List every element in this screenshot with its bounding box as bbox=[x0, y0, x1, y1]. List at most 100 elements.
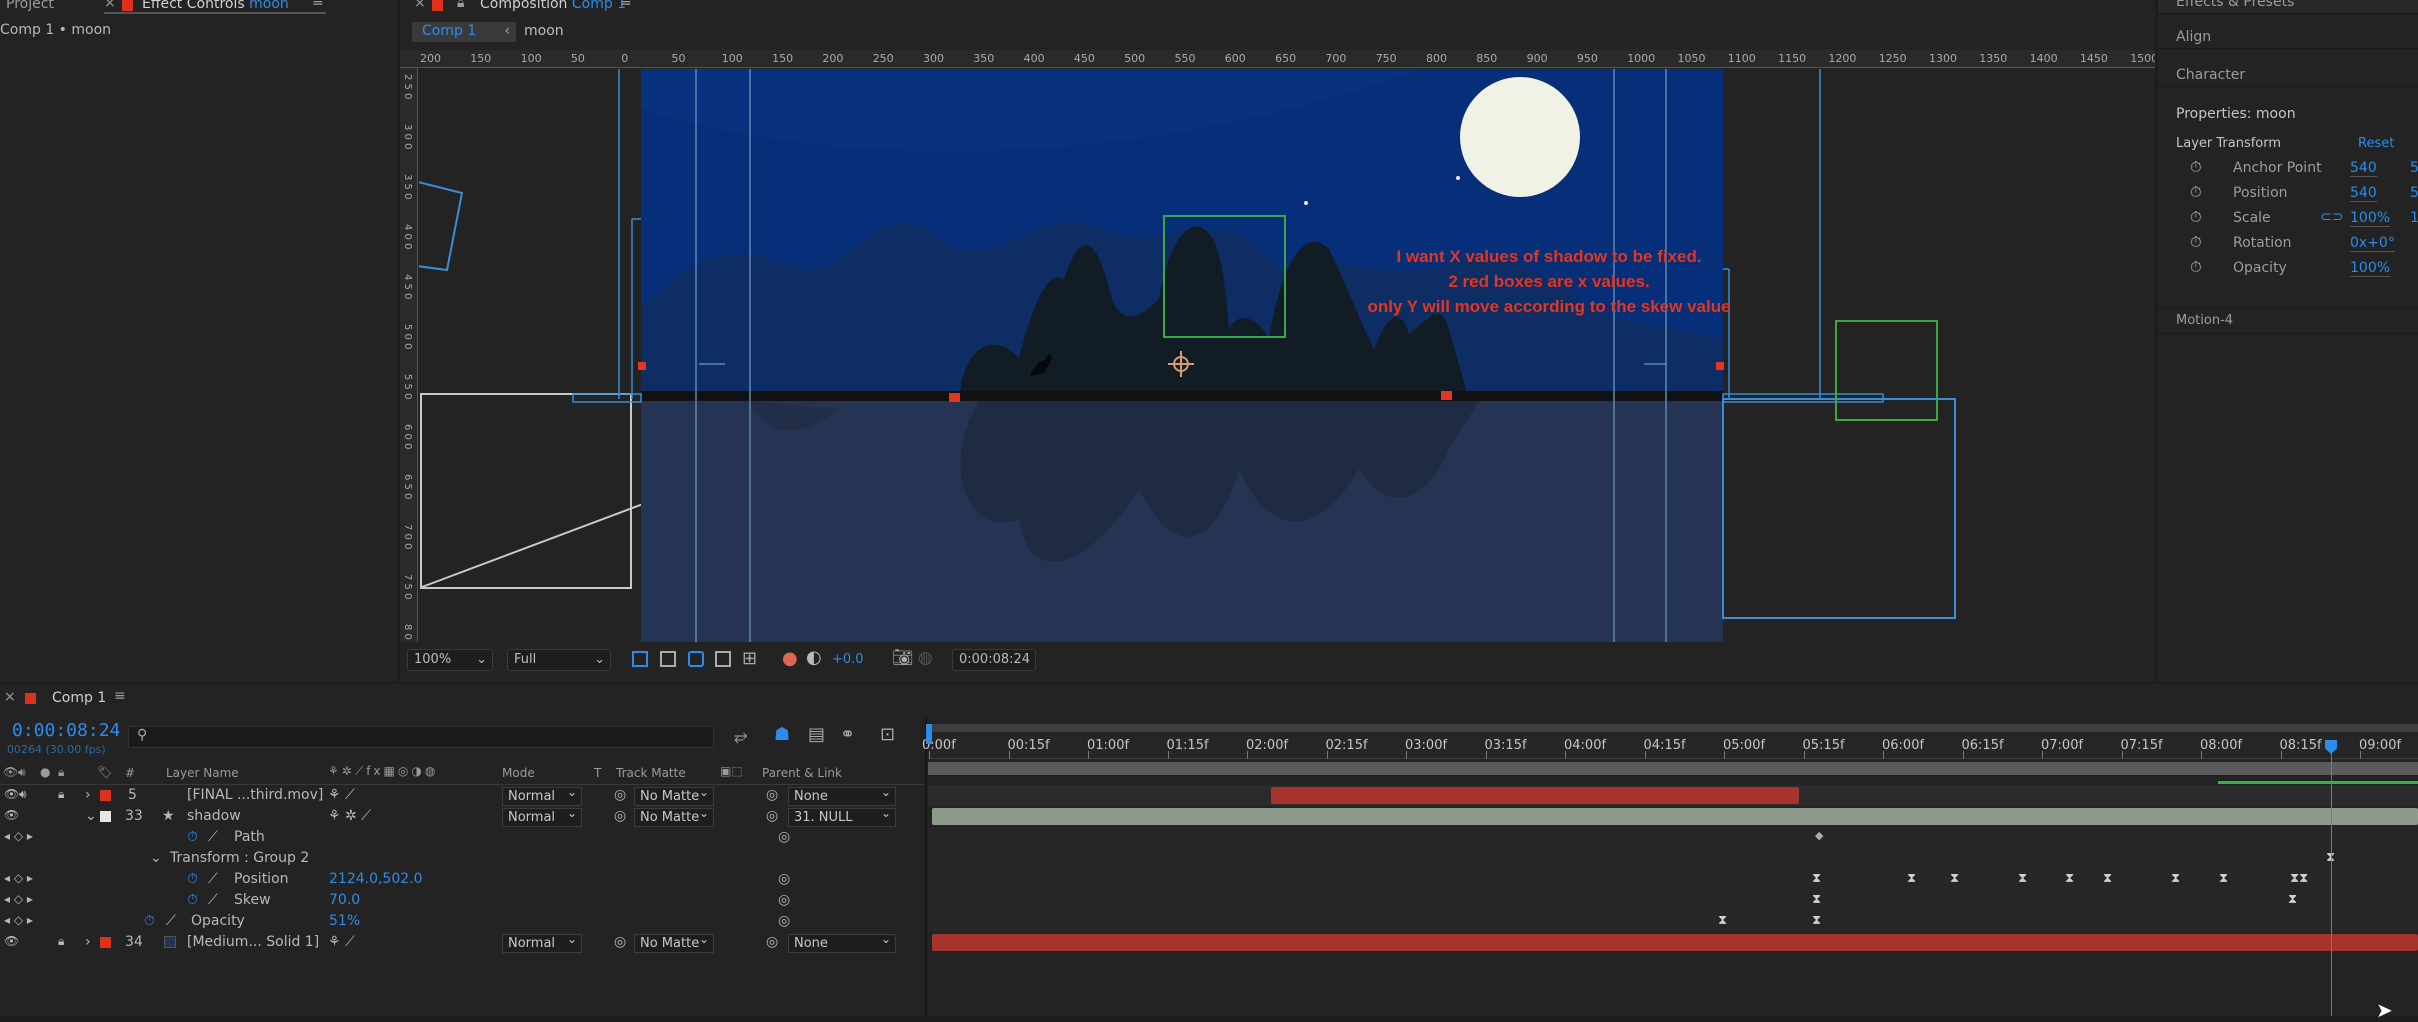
keyframe[interactable]: ⧗ bbox=[1718, 913, 1727, 928]
property-value[interactable]: 540 bbox=[2350, 160, 2377, 177]
stopwatch-icon[interactable]: ⏱ bbox=[2190, 233, 2202, 251]
property-row[interactable]: ◂ ◇ ▸ ⏱︎ ⟋ Path ◎ bbox=[0, 827, 925, 848]
expand-icon[interactable]: › bbox=[85, 934, 91, 950]
property-value[interactable]: 540 bbox=[2350, 185, 2377, 202]
effects-presets-header[interactable]: Effects & Presets bbox=[2158, 0, 2418, 14]
tab-timeline-comp[interactable]: Comp 1 bbox=[52, 690, 106, 706]
work-area-start-marker[interactable] bbox=[926, 724, 932, 744]
layer-row[interactable]: 👁︎ ⌄ 33 ★ shadow ⚘ ✲ ⟋ Normal ◎ No Matte… bbox=[0, 806, 925, 827]
stopwatch-icon[interactable]: ⏱︎ bbox=[187, 892, 198, 908]
graph-icon[interactable]: ⟋ bbox=[208, 829, 218, 845]
expression-pickwhip-icon[interactable]: ◎ bbox=[778, 829, 790, 845]
eye-icon[interactable]: 👁︎ bbox=[4, 808, 19, 822]
tab-composition[interactable]: Composition Comp 1 bbox=[480, 0, 626, 12]
label-color[interactable] bbox=[100, 790, 111, 801]
parent-dropdown[interactable]: 31. NULL bbox=[788, 806, 896, 827]
stopwatch-icon[interactable]: ⏱︎ bbox=[187, 871, 198, 887]
panel-menu-icon[interactable]: ≡ bbox=[312, 0, 324, 10]
pickwhip-icon[interactable]: ◎ bbox=[614, 808, 626, 824]
track-matte-dropdown[interactable]: No Matte bbox=[634, 806, 714, 827]
layer-name[interactable]: [FINAL ...third.mov] bbox=[187, 787, 323, 803]
keyframe[interactable]: ⧗ bbox=[1812, 892, 1821, 907]
layer-row[interactable]: 👁︎ 🔊︎ 🔒︎ › 5 [FINAL ...third.mov] ⚘ ⟋ No… bbox=[0, 785, 925, 806]
lock-icon[interactable]: 🔒︎ bbox=[58, 787, 64, 802]
track-matte-dropdown[interactable]: No Matte bbox=[634, 785, 714, 806]
property-row[interactable]: ◂ ◇ ▸ ⏱︎ ⟋ Position 2124.0,502.0 ◎ bbox=[0, 869, 925, 890]
ruler-left[interactable]: 2 5 0 3 0 0 3 5 0 4 0 0 4 5 0 5 0 0 5 5 0 6 0 0… bbox=[400, 68, 418, 642]
property-value[interactable]: 100% bbox=[2350, 260, 2391, 277]
search-input[interactable]: ⚲ bbox=[128, 726, 714, 748]
property-value[interactable]: 2124.0,502.0 bbox=[329, 871, 423, 887]
tab-project[interactable]: Project bbox=[6, 0, 54, 12]
mode-dropdown[interactable]: Normal bbox=[502, 785, 582, 806]
layer-bar-shadow[interactable] bbox=[932, 808, 2418, 825]
switch-icons[interactable]: ⚘ ✲ ⟋ bbox=[328, 808, 371, 824]
label-color[interactable] bbox=[100, 937, 111, 948]
stopwatch-icon[interactable]: ⏱ bbox=[2190, 183, 2202, 201]
link-icon[interactable]: ⊂⊃ bbox=[2320, 209, 2343, 225]
property-value-secondary[interactable]: 5 bbox=[2410, 160, 2418, 176]
layer-bar-solid[interactable] bbox=[932, 934, 2418, 951]
keyframe[interactable]: ⧗ bbox=[2288, 892, 2297, 907]
keyframe[interactable]: ⧗ bbox=[1812, 871, 1821, 886]
keyframe-nav-icon[interactable]: ◂ ◇ ▸ bbox=[4, 913, 33, 927]
property-value-secondary[interactable]: 1 bbox=[2410, 210, 2418, 226]
audio-icon[interactable]: 🔊︎ bbox=[19, 787, 27, 802]
work-area-range[interactable] bbox=[928, 762, 2418, 775]
expand-icon[interactable]: ⌄ bbox=[85, 808, 97, 824]
audio-icon[interactable]: 🔊︎ bbox=[18, 765, 26, 780]
keyframe[interactable]: ⧗⧗ bbox=[2290, 871, 2308, 886]
shy-icon[interactable]: ☗ bbox=[774, 724, 790, 745]
show-snapshot-icon[interactable]: ◍ bbox=[918, 648, 933, 668]
guides-icon[interactable] bbox=[715, 651, 731, 667]
keyframe[interactable]: ⧗ bbox=[2018, 871, 2027, 886]
expression-pickwhip-icon[interactable]: ◎ bbox=[778, 913, 790, 929]
layer-name[interactable]: shadow bbox=[187, 808, 241, 824]
track-matte-dropdown[interactable]: No Matte bbox=[634, 932, 714, 953]
frame-blending-icon[interactable]: ▤ bbox=[808, 724, 825, 745]
pickwhip-icon[interactable]: ◎ bbox=[614, 934, 626, 950]
zoom-dropdown[interactable]: 100% ⌄ bbox=[407, 649, 493, 671]
time-ruler[interactable]: 0:00f 00:15f 01:00f 01:15f 02:00f 02:15f 03:00… bbox=[922, 733, 2418, 759]
mode-dropdown[interactable]: Normal bbox=[502, 932, 582, 953]
mask-visibility-icon[interactable] bbox=[688, 651, 704, 667]
eye-icon[interactable]: 👁︎ bbox=[3, 765, 18, 779]
grid-icon[interactable]: ⊞ bbox=[742, 648, 757, 669]
keyframe[interactable]: ⧗ bbox=[2219, 871, 2228, 886]
expand-icon[interactable]: ⌄ bbox=[150, 850, 162, 866]
parent-pickwhip-icon[interactable]: ◎ bbox=[766, 934, 778, 950]
property-row[interactable]: ⌄ Transform : Group 2 bbox=[0, 848, 925, 869]
parent-pickwhip-icon[interactable]: ◎ bbox=[766, 808, 778, 824]
keyframe[interactable]: ⧗ bbox=[1950, 871, 1959, 886]
breadcrumb-layer[interactable]: moon bbox=[524, 23, 564, 39]
character-header[interactable]: Character bbox=[2158, 63, 2418, 87]
stopwatch-icon[interactable]: ⏱︎ bbox=[187, 829, 198, 845]
switches-header-icons[interactable]: ⚘✲⟋fx▦◎◑◍ bbox=[328, 764, 438, 779]
keyframe-nav-icon[interactable]: ◂ ◇ ▸ bbox=[4, 829, 33, 843]
label-color[interactable] bbox=[100, 811, 111, 822]
layer-name[interactable]: [Medium... Solid 1] bbox=[187, 934, 319, 950]
property-value[interactable]: 0x+0° bbox=[2350, 235, 2395, 252]
keyframe-nav-icon[interactable]: ◂ ◇ ▸ bbox=[4, 892, 33, 906]
layer-name-header[interactable]: Layer Name bbox=[166, 766, 239, 780]
camera-icon[interactable]: 📷︎ bbox=[892, 648, 914, 668]
parent-pickwhip-icon[interactable]: ◎ bbox=[766, 787, 778, 803]
comp-viewport[interactable]: I want X values of shadow to be fixed. 2… bbox=[419, 69, 2155, 642]
tab-effect-controls[interactable]: Effect Controls moon bbox=[142, 0, 289, 12]
region-icon[interactable] bbox=[632, 651, 648, 667]
stopwatch-icon[interactable]: ⏱︎ bbox=[144, 913, 155, 929]
resolution-dropdown[interactable]: Full ⌄ bbox=[507, 649, 611, 671]
eye-icon[interactable]: 👁︎ bbox=[4, 787, 19, 801]
solo-icon[interactable]: ● bbox=[40, 765, 50, 779]
panel-menu-icon[interactable]: ≡ bbox=[114, 688, 126, 704]
exposure-reset-icon[interactable]: ◐ bbox=[806, 647, 822, 668]
close-icon[interactable]: × bbox=[414, 0, 426, 11]
keyframe[interactable]: ⧗ bbox=[2103, 871, 2112, 886]
parent-dropdown[interactable]: None bbox=[788, 932, 896, 953]
property-value[interactable]: 100% bbox=[2350, 210, 2391, 227]
motion-section[interactable]: Motion-4 bbox=[2158, 308, 2418, 334]
stopwatch-icon[interactable]: ⏱ bbox=[2190, 208, 2202, 226]
property-row[interactable]: ◂ ◇ ▸ ⏱︎ ⟋ Opacity 51% ◎ bbox=[0, 911, 925, 932]
keyframe-nav-icon[interactable]: ◂ ◇ ▸ bbox=[4, 871, 33, 885]
label-icon[interactable]: 🏷︎ bbox=[97, 765, 112, 779]
